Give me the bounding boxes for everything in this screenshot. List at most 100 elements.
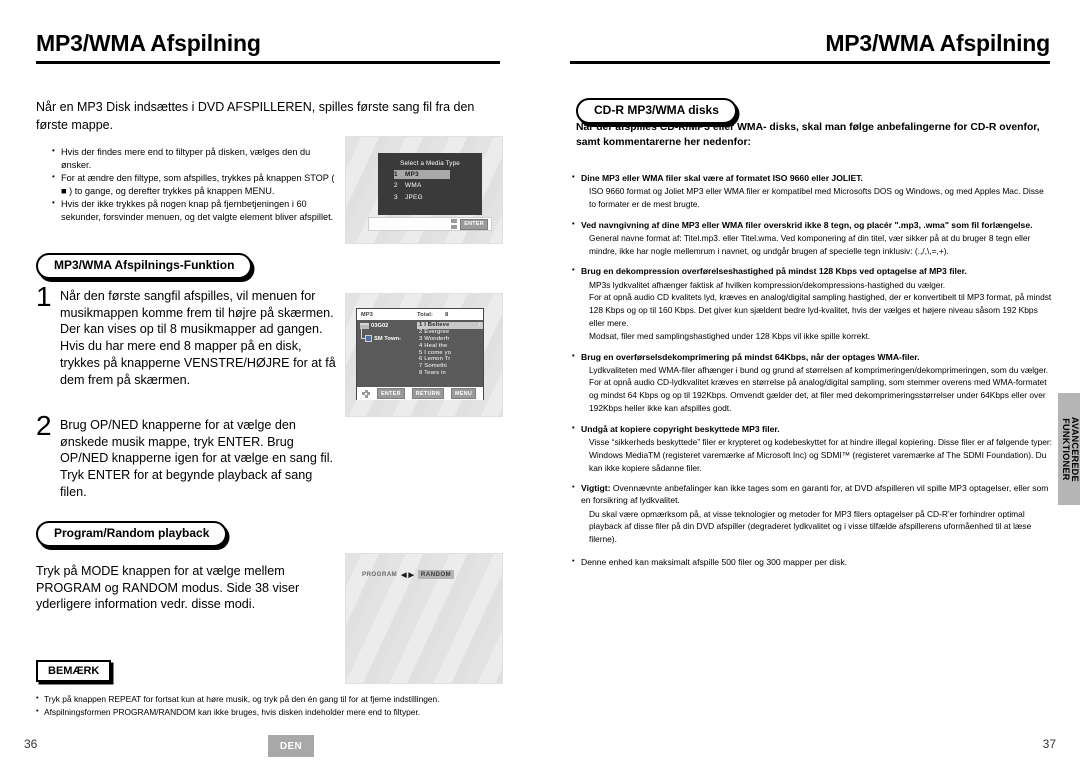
track-title: Lemon Tr [424, 356, 451, 363]
list-item: Dine MP3 eller WMA filer skal være af fo… [572, 172, 1052, 211]
up-down-icon [451, 219, 458, 229]
osd-body: 03G02 SM Town- 1 I Believe 2 Evergree 3 … [357, 320, 483, 387]
menu-button[interactable]: MENU [451, 388, 477, 399]
left-right-arrow-icon: ◀ ▶ [401, 571, 414, 579]
list-item: Tryk på knappen REPEAT for fortsat kun a… [36, 692, 504, 706]
music-file-icon [365, 335, 372, 342]
program-label: PROGRAM [362, 571, 398, 578]
right-page: MP3/WMA Afspilning CD-R MP3/WMA disks Nå… [540, 0, 1080, 765]
language-badge-left: DEN [268, 735, 314, 757]
header-rule [36, 61, 500, 64]
page-title: MP3/WMA Afspilning [36, 30, 261, 56]
osd-program-random: PROGRAM ◀ ▶ RANDOM [362, 570, 455, 579]
osd-track-row[interactable]: 3 Wonderfr [417, 336, 483, 343]
enter-button[interactable]: ENTER [377, 388, 405, 399]
track-index: 3 [419, 335, 423, 342]
list-item-last: Denne enhed kan maksimalt afspille 500 f… [572, 556, 1052, 568]
intro-paragraph: Når en MP3 Disk indsættes i DVD AFSPILLE… [36, 100, 475, 133]
osd-track-row[interactable]: 6 Lemon Tr [417, 356, 483, 363]
track-title: I Believe [424, 322, 450, 329]
item-body: Du skal være opmærksom på, at visse tekn… [589, 508, 1032, 545]
side-tab-advanced-functions: AVANCEREDE FUNKTIONER [1058, 393, 1080, 505]
track-title: Wonderfr [424, 335, 450, 342]
item-body: MP3s lydkvalitet afhænger faktisk af hvi… [589, 279, 1052, 341]
osd-option-mp3[interactable]: 1 MP3 [394, 169, 450, 179]
step-2: 2 Brug OP/NED knapperne for at vælge den… [36, 412, 336, 501]
osd-track-row[interactable]: 7 Somethi [417, 363, 483, 370]
recommendation-list: Dine MP3 eller WMA filer skal være af fo… [572, 172, 1052, 576]
osd-folder-tree: 03G02 SM Town- [357, 320, 417, 387]
item-heading: Denne enhed kan maksimalt afspille 500 f… [572, 556, 1052, 568]
osd-option-index: 1 [394, 170, 398, 178]
left-page-header: MP3/WMA Afspilning [36, 32, 500, 64]
osd-track-list: 1 I Believe 2 Evergree 3 Wonderfr 4 Heal… [417, 320, 483, 387]
list-item-vigtigt: Vigtigt: Ovennævnte anbefalinger kan ikk… [572, 482, 1052, 546]
step-1: 1 Når den første sangfil afspilles, vil … [36, 281, 336, 388]
osd-option-label: MP3 [405, 170, 420, 178]
item-heading: Brug en dekompression overførelseshastig… [572, 265, 1052, 277]
enter-button[interactable]: ENTER [460, 218, 488, 230]
page-number-right: 37 [1042, 737, 1056, 751]
list-item: For at ændre den filtype, som afspilles,… [52, 171, 342, 198]
left-page: MP3/WMA Afspilning Når en MP3 Disk indsæ… [0, 0, 540, 765]
track-title: Tears in [424, 369, 446, 376]
item-heading: Undgå at kopiere copyright beskyttede MP… [572, 423, 1052, 435]
list-item: Ved navngivning af dine MP3 eller WMA fi… [572, 219, 1052, 258]
return-button[interactable]: RETURN [411, 388, 445, 399]
osd-folder-label: 03G02 [371, 323, 389, 329]
item-heading: Dine MP3 eller WMA filer skal være af fo… [572, 172, 1052, 184]
item-body: Lydkvaliteten med WMA-filer afhænger i b… [589, 364, 1049, 413]
side-tab-text: AVANCEREDE FUNKTIONER [1060, 417, 1079, 482]
random-label[interactable]: RANDOM [417, 570, 455, 579]
osd-option-label: WMA [405, 182, 422, 189]
right-page-header: MP3/WMA Afspilning [570, 32, 1050, 64]
step-text: Brug OP/NED knapperne for at vælge den ø… [60, 418, 334, 499]
side-tab-line-2: FUNKTIONER [1060, 417, 1070, 481]
track-title: I come yo [424, 349, 452, 356]
track-index: 2 [419, 329, 423, 336]
osd-option-jpeg[interactable]: 3 JPEG [394, 193, 482, 202]
intro-bullet-list: Hvis der findes mere end to filtyper på … [52, 145, 342, 224]
vigtigt-lead-rest: Ovennævnte anbefalinger kan ikke tages s… [581, 483, 1049, 506]
track-index: 5 [419, 349, 423, 356]
track-title: Evergree [424, 329, 450, 336]
osd-track-row[interactable]: 5 I come yo [417, 349, 483, 356]
item-heading: Vigtigt: Ovennævnte anbefalinger kan ikk… [572, 482, 1052, 506]
osd-select-media-type: Select a Media Type 1 MP3 2 WMA 3 JPEG [378, 153, 482, 215]
section-heading-playback-function: MP3/WMA Afspilnings-Funktion [36, 253, 253, 280]
osd-format-label: MP3 [361, 311, 374, 318]
vigtigt-lead: Vigtigt: [581, 483, 611, 494]
list-item: Hvis der findes mere end to filtyper på … [52, 145, 342, 172]
list-item: Afspilningsformen PROGRAM/RANDOM kan ikk… [36, 705, 504, 719]
osd-option-wma[interactable]: 2 WMA [394, 181, 482, 190]
osd-subfolder-row[interactable]: SM Town- [361, 328, 417, 342]
list-item: Undgå at kopiere copyright beskyttede MP… [572, 423, 1052, 475]
osd-option-index: 3 [394, 193, 398, 201]
right-intro-paragraph: Når der afspilles CD-R/MP3 eller WMA- di… [576, 122, 1040, 149]
osd-track-row[interactable]: 2 Evergree [417, 329, 483, 336]
note-box: BEMÆRK Tryk på knappen REPEAT for fortsa… [36, 660, 504, 719]
item-body: ISO 9660 format og Joliet MP3 eller WMA … [589, 186, 1044, 209]
osd-folder-row[interactable]: 03G02 [360, 323, 417, 329]
track-index: 6 [419, 356, 423, 363]
track-index: 7 [419, 363, 423, 370]
list-item: Brug en dekompression overførelseshastig… [572, 265, 1052, 342]
track-index: 1 [419, 322, 423, 329]
item-heading: Ved navngivning af dine MP3 eller WMA fi… [572, 219, 1052, 231]
osd-total-label: Total: [417, 311, 434, 318]
osd-subfolder-label: SM Town- [374, 335, 401, 342]
screenshot-mp3-browser: MP3 Total: 8 03G02 SM Town- 1 I Believe … [345, 293, 503, 417]
manual-page-spread: MP3/WMA Afspilning Når en MP3 Disk indsæ… [0, 0, 1080, 765]
track-title: Heal the [424, 342, 448, 349]
track-title: Somethi [424, 363, 447, 370]
osd-track-row[interactable]: 1 I Believe [417, 322, 483, 329]
osd-bottom-bar: ENTER [368, 217, 492, 231]
list-item: Hvis der ikke trykkes på nogen knap på f… [52, 197, 342, 224]
osd-option-label: JPEG [405, 193, 423, 201]
step-number: 1 [36, 281, 52, 312]
item-heading: Brug en overførselsdekomprimering på min… [572, 351, 1052, 363]
screenshot-select-media-type: Select a Media Type 1 MP3 2 WMA 3 JPEG ENTE… [345, 136, 503, 244]
osd-track-row[interactable]: 4 Heal the [417, 342, 483, 349]
osd-track-row[interactable]: 8 Tears in [417, 369, 483, 376]
osd-caption: Select a Media Type [400, 160, 460, 167]
